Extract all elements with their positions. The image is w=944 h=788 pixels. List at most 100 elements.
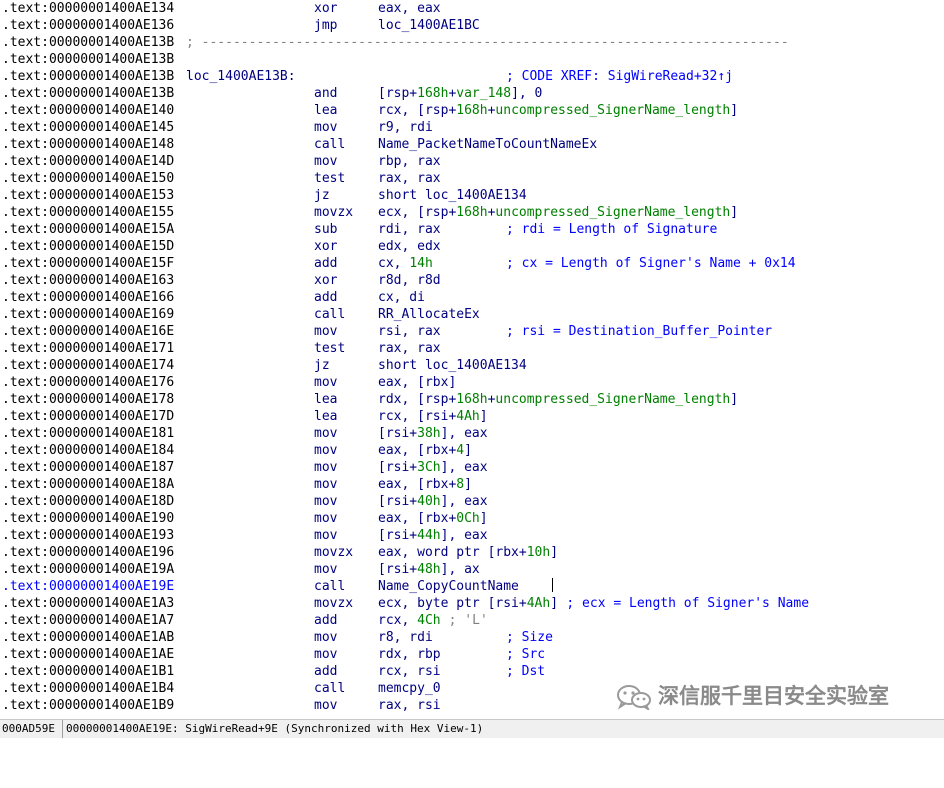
instruction-mnemonic: mov [314, 528, 338, 543]
listing-row[interactable]: .text:00000001400AE1A7 add rcx, 4Ch ; 'L' [0, 612, 944, 629]
listing-row[interactable]: .text:00000001400AE17D lea rcx, [rsi+4Ah] [0, 408, 944, 425]
listing-row[interactable]: .text:00000001400AE169 call RR_AllocateEx [0, 306, 944, 323]
instruction-mnemonic: movzx [314, 596, 354, 611]
row-address: .text:00000001400AE181 [2, 426, 175, 441]
listing-row[interactable]: .text:00000001400AE13B and [rsp+168h+var_1… [0, 85, 944, 102]
row-address: .text:00000001400AE15D [2, 239, 175, 254]
instruction-mnemonic: add [314, 290, 338, 305]
instruction-mnemonic: and [314, 86, 338, 101]
listing-row[interactable]: .text:00000001400AE15F add cx, 14h ; cx = L… [0, 255, 944, 272]
instruction-mnemonic: lea [314, 392, 338, 407]
instruction-mnemonic: mov [314, 477, 338, 492]
listing-row[interactable]: .text:00000001400AE15A sub rdi, rax ; rdi =… [0, 221, 944, 238]
row-address: .text:00000001400AE166 [2, 290, 175, 305]
listing-row[interactable]: .text:00000001400AE163 xor r8d, r8d [0, 272, 944, 289]
listing-row[interactable]: .text:00000001400AE150 test rax, rax [0, 170, 944, 187]
instruction-operands: eax, [rbx] [378, 375, 457, 390]
operand-token: 168h [456, 103, 488, 118]
listing-row[interactable]: .text:00000001400AE140 lea rcx, [rsp+168h+… [0, 102, 944, 119]
listing-row[interactable]: .text:00000001400AE176 mov eax, [rbx] [0, 374, 944, 391]
instruction-operands: rcx, [rsi+4Ah] [378, 409, 488, 424]
row-address: .text:00000001400AE169 [2, 307, 175, 322]
listing-row[interactable]: .text:00000001400AE15D xor edx, edx [0, 238, 944, 255]
operand-token: 40h [417, 494, 441, 509]
row-address: .text:00000001400AE14D [2, 154, 175, 169]
listing-row[interactable]: .text:00000001400AE174 jz short loc_1400AE… [0, 357, 944, 374]
listing-row[interactable]: .text:00000001400AE178 lea rdx, [rsp+168h+… [0, 391, 944, 408]
listing-row[interactable]: .text:00000001400AE134 xor eax, eax [0, 0, 944, 17]
row-address: .text:00000001400AE163 [2, 273, 175, 288]
instruction-operands: r8, rdi [378, 630, 433, 645]
listing-row[interactable]: .text:00000001400AE171 test rax, rax [0, 340, 944, 357]
instruction-operands: edx, edx [378, 239, 441, 254]
row-address: .text:00000001400AE19E [2, 579, 175, 594]
listing-row[interactable]: .text:00000001400AE16E mov rsi, rax ; rsi =… [0, 323, 944, 340]
operand-token: uncompressed_SignerName_length [495, 103, 731, 118]
operand-token: var_148 [456, 86, 512, 101]
operand-token: 168h [417, 86, 449, 101]
operand-token: 44h [417, 528, 441, 543]
instruction-mnemonic: sub [314, 222, 338, 237]
instruction-mnemonic: movzx [314, 545, 354, 560]
instruction-mnemonic: test [314, 341, 346, 356]
listing-row[interactable]: .text:00000001400AE18D mov [rsi+40h], eax [0, 493, 944, 510]
listing-row[interactable]: .text:00000001400AE155 movzx ecx, [rsp+168… [0, 204, 944, 221]
listing-row[interactable]: .text:00000001400AE1B1 add rcx, rsi ; Dst [0, 663, 944, 680]
row-address: .text:00000001400AE136 [2, 18, 175, 33]
operand-token: uncompressed_SignerName_length [495, 205, 731, 220]
listing-row[interactable]: .text:00000001400AE166 add cx, di [0, 289, 944, 306]
instruction-mnemonic: jz [314, 358, 330, 373]
listing-row[interactable]: .text:00000001400AE184 mov eax, [rbx+4] [0, 442, 944, 459]
instruction-operands: loc_1400AE1BC [378, 18, 480, 33]
operand-token: uncompressed_SignerName_length [495, 392, 731, 407]
listing-row[interactable]: .text:00000001400AE13B ; ----------------… [0, 34, 944, 51]
instruction-operands: cx, 14h [378, 256, 433, 271]
listing-row[interactable]: .text:00000001400AE153 jz short loc_1400AE… [0, 187, 944, 204]
instruction-mnemonic: xor [314, 239, 338, 254]
row-comment: ; Src [506, 647, 546, 662]
listing-row[interactable]: .text:00000001400AE190 mov eax, [rbx+0Ch] [0, 510, 944, 527]
listing-row[interactable]: .text:00000001400AE19E call Name_CopyCount… [0, 578, 944, 595]
listing-row[interactable]: .text:00000001400AE1A3 movzx ecx, byte ptr… [0, 595, 944, 612]
instruction-mnemonic: mov [314, 324, 338, 339]
listing-row[interactable]: .text:00000001400AE1AE mov rdx, rbp ; Src [0, 646, 944, 663]
instruction-mnemonic: mov [314, 562, 338, 577]
instruction-operands: rax, rax [378, 341, 441, 356]
listing-row[interactable]: .text:00000001400AE148 call Name_PacketNam… [0, 136, 944, 153]
row-address: .text:00000001400AE176 [2, 375, 175, 390]
row-address: .text:00000001400AE15A [2, 222, 175, 237]
instruction-mnemonic: mov [314, 511, 338, 526]
listing-row[interactable]: .text:00000001400AE13B loc_1400AE13B: ; CO… [0, 68, 944, 85]
instruction-mnemonic: mov [314, 698, 338, 713]
listing-row[interactable]: .text:00000001400AE14D mov rbp, rax [0, 153, 944, 170]
listing-row[interactable]: .text:00000001400AE187 mov [rsi+3Ch], eax [0, 459, 944, 476]
instruction-operands: rsi, rax [378, 324, 441, 339]
instruction-operands: [rsi+48h], ax [378, 562, 480, 577]
instruction-operands: rcx, [rsp+168h+uncompressed_SignerName_l… [378, 103, 739, 118]
row-comment: ; Size [506, 630, 553, 645]
listing-row[interactable]: .text:00000001400AE136 jmp loc_1400AE1BC [0, 17, 944, 34]
listing-row[interactable]: .text:00000001400AE181 mov [rsi+38h], eax [0, 425, 944, 442]
instruction-operands: RR_AllocateEx [378, 307, 480, 322]
listing-row[interactable]: .text:00000001400AE19A mov [rsi+48h], ax [0, 561, 944, 578]
status-bar: 000AD59E 00000001400AE19E: SigWireRead+9… [0, 719, 944, 738]
listing-row[interactable]: .text:00000001400AE18A mov eax, [rbx+8] [0, 476, 944, 493]
listing-row[interactable]: .text:00000001400AE196 movzx eax, word ptr… [0, 544, 944, 561]
listing-row[interactable]: .text:00000001400AE145 mov r9, rdi [0, 119, 944, 136]
listing-row[interactable]: .text:00000001400AE193 mov [rsi+44h], eax [0, 527, 944, 544]
disassembly-listing[interactable]: .text:00000001400AE134 xor eax, eax .text:0… [0, 0, 944, 716]
status-sync: (Synchronized with Hex View-1) [284, 722, 484, 735]
instruction-mnemonic: call [314, 681, 346, 696]
instruction-mnemonic: mov [314, 154, 338, 169]
instruction-mnemonic: mov [314, 120, 338, 135]
instruction-mnemonic: mov [314, 460, 338, 475]
instruction-operands: eax, [rbx+0Ch] [378, 511, 488, 526]
listing-row[interactable]: .text:00000001400AE13B [0, 51, 944, 68]
status-divider [62, 720, 63, 738]
row-address: .text:00000001400AE1B9 [2, 698, 175, 713]
wechat-icon [617, 685, 651, 710]
separator-line: ; --------------------------------------… [186, 35, 789, 50]
instruction-operands: Name_CopyCountName [378, 579, 519, 594]
operand-token: 14h [409, 256, 433, 271]
listing-row[interactable]: .text:00000001400AE1AB mov r8, rdi ; Size [0, 629, 944, 646]
